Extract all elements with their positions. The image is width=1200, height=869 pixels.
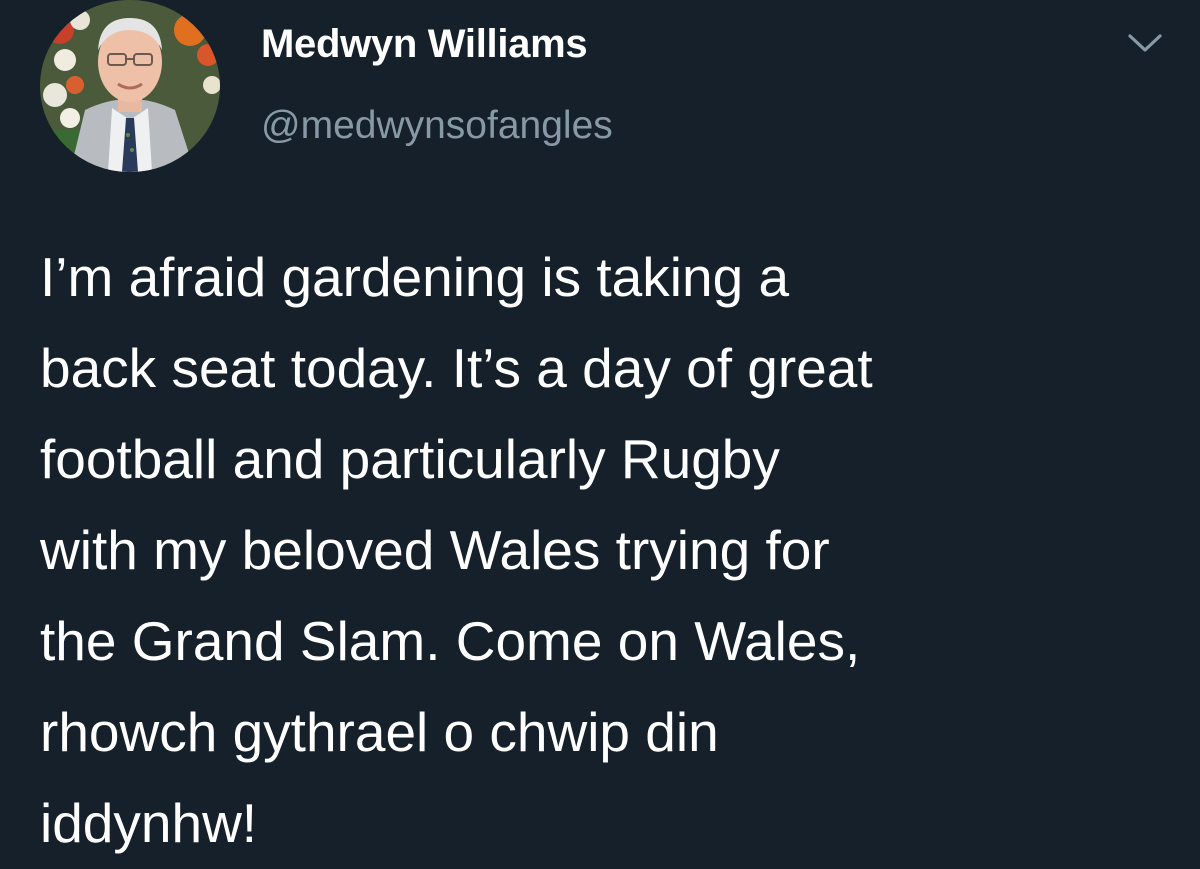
author-display-name[interactable]: Medwyn Williams xyxy=(261,22,588,67)
user-avatar-photo-icon xyxy=(40,0,220,172)
tweet-text-line: rhowch gythrael o chwip din xyxy=(40,701,719,763)
avatar[interactable] xyxy=(40,0,220,172)
tweet-menu-button[interactable] xyxy=(1126,30,1164,56)
tweet-card: Medwyn Williams @medwynsofangles I’m afr… xyxy=(0,0,1200,869)
tweet-text-line: the Grand Slam. Come on Wales, xyxy=(40,610,861,672)
tweet-text-line: iddynhw! xyxy=(40,792,258,854)
tweet-text-line: football and particularly Rugby xyxy=(40,428,780,490)
tweet-text-line: back seat today. It’s a day of great xyxy=(40,337,873,399)
tweet-text-line: I’m afraid gardening is taking a xyxy=(40,246,790,308)
tweet-text-line: with my beloved Wales trying for xyxy=(40,519,830,581)
tweet-text: I’m afraid gardening is taking a back se… xyxy=(40,232,1170,869)
chevron-down-icon xyxy=(1128,34,1162,52)
author-handle[interactable]: @medwynsofangles xyxy=(261,104,613,148)
